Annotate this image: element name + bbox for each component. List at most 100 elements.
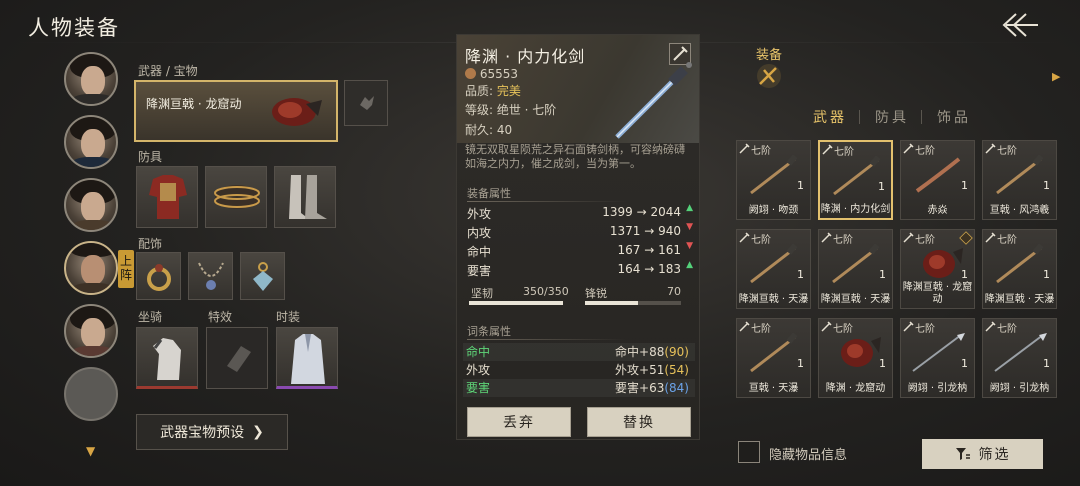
stat-value: 1399 → 2044	[602, 205, 681, 219]
weapon-type-icon	[822, 144, 833, 155]
weapon-type-icon	[985, 143, 996, 154]
character-avatar-1[interactable]	[64, 52, 118, 106]
item-price: 65553	[479, 67, 519, 81]
weapon-slot-name: 降渊亘戟 · 龙窟动	[146, 97, 242, 111]
item-quantity: 1	[879, 357, 886, 370]
character-avatar-4[interactable]	[64, 241, 118, 295]
grade-row: 等级: 绝世 · 七阶	[465, 103, 557, 117]
stat-row: 要害 164 → 183 ▲	[467, 260, 695, 280]
accessory-slot-ring[interactable]	[136, 252, 181, 300]
stat-name: 命中	[467, 245, 492, 259]
stat-name: 内攻	[467, 226, 492, 240]
item-quantity: 1	[961, 268, 968, 281]
affix-row: 要害 要害+63(84)	[463, 379, 695, 397]
armor-slot-boots[interactable]	[274, 166, 336, 228]
inventory-item[interactable]: 七阶 1 亘戟 · 天瀑	[736, 318, 811, 398]
armor-slot-body[interactable]	[136, 166, 198, 228]
armor-section-label: 防具	[138, 150, 163, 164]
toughness-bar	[469, 301, 563, 305]
spear-icon	[912, 333, 965, 372]
quality-label: 品质:	[465, 84, 494, 98]
weapon-type-icon	[739, 321, 750, 332]
hide-info-label: 隐藏物品信息	[769, 448, 848, 463]
sword-icon	[750, 155, 798, 195]
weapon-section-label: 武器 / 宝物	[138, 64, 198, 78]
affix-row: 命中 命中+88(90)	[463, 343, 695, 361]
weapon-type-icon	[739, 232, 750, 243]
inventory-item[interactable]: 七阶 1 降渊亘戟 · 天瀑	[736, 229, 811, 309]
fashion-slot[interactable]	[276, 327, 338, 389]
equip-emblem-icon	[754, 62, 784, 90]
replace-button[interactable]: 替换	[587, 407, 691, 437]
item-name: 亘戟 · 风鸿羲	[989, 205, 1050, 216]
inventory-item[interactable]: 七阶 1 降渊亘戟 · 天瀑	[982, 229, 1057, 309]
attr-divider	[467, 201, 627, 202]
filter-button[interactable]: 筛选	[922, 439, 1043, 469]
inventory-item[interactable]: 七阶 1 亘戟 · 风鸿羲	[982, 140, 1057, 220]
character-avatar-2[interactable]	[64, 115, 118, 169]
treasure-icon	[360, 96, 374, 110]
tab-accessory[interactable]: 饰品	[937, 107, 971, 127]
item-quantity: 1	[878, 180, 885, 193]
sword-icon	[996, 155, 1044, 195]
character-avatar-empty[interactable]	[64, 367, 118, 421]
necklace-icon	[198, 262, 224, 290]
inventory-item[interactable]: 七阶 1 阙翊 · 吻颈	[736, 140, 811, 220]
filter-label: 筛选	[978, 447, 1011, 463]
inventory-item[interactable]: 七阶 1 降渊 · 内力化剑	[818, 140, 893, 220]
accessory-slot-earring[interactable]	[240, 252, 285, 300]
effect-icon	[227, 346, 251, 372]
item-name: 降渊 · 内力化剑	[820, 204, 891, 215]
tab-armor[interactable]: 防具	[875, 107, 909, 127]
back-button[interactable]	[996, 10, 1040, 40]
discard-button[interactable]: 丢弃	[467, 407, 571, 437]
treasure-slot[interactable]	[344, 80, 388, 126]
armor-slot-bracer[interactable]	[205, 166, 267, 228]
affix-attributes-title: 词条属性	[467, 325, 511, 338]
sword-icon	[833, 156, 881, 196]
inventory-item[interactable]: 七阶 1 降渊 · 龙窟动	[818, 318, 893, 398]
quality-row: 品质: 完美	[465, 82, 521, 99]
inventory-item[interactable]: 七阶 1 降渊亘戟 · 龙窟动	[900, 229, 975, 309]
accessory-section-label: 配饰	[138, 237, 163, 251]
chevron-right-icon[interactable]: ▶	[1052, 70, 1060, 83]
mount-slot[interactable]	[136, 327, 198, 389]
chevron-down-icon[interactable]: ▼	[86, 444, 95, 458]
back-arrow-icon	[1002, 13, 1038, 37]
stat-value: 164 → 183	[617, 262, 682, 276]
affix-base: 要害+63	[615, 381, 665, 395]
arrow-down-icon: ▼	[686, 241, 693, 251]
inventory-item[interactable]: 七阶 1 阙翊 · 引龙枘	[900, 318, 975, 398]
character-list	[64, 52, 120, 430]
inventory-item[interactable]: 七阶 1 阙翊 · 引龙枘	[982, 318, 1057, 398]
toughness-value: 350/350	[523, 285, 569, 298]
affix-divider	[467, 339, 627, 340]
item-name: 降渊亘戟 · 天瀑	[738, 294, 809, 305]
affix-base: 外攻+51	[615, 363, 665, 377]
boots-icon	[289, 175, 327, 219]
team-badge: 上阵	[118, 250, 134, 288]
item-quantity: 1	[1043, 179, 1050, 192]
weapon-type-icon	[985, 232, 996, 243]
tab-divider	[921, 110, 922, 124]
arrow-up-icon: ▲	[686, 203, 693, 213]
detail-item-name: 降渊 · 内力化剑	[465, 47, 586, 66]
weapon-slot[interactable]: 降渊亘戟 · 龙窟动	[134, 80, 338, 142]
accessory-slot-necklace[interactable]	[188, 252, 233, 300]
effect-slot[interactable]	[206, 327, 268, 389]
affix-max: (90)	[664, 345, 689, 359]
character-avatar-5[interactable]	[64, 304, 118, 358]
chevron-right-icon: ❯	[252, 424, 264, 440]
item-name: 阙翊 · 引龙枘	[989, 383, 1050, 394]
item-name: 赤焱	[927, 205, 948, 216]
page-title: 人物装备	[28, 16, 120, 40]
item-name: 降渊亘戟 · 天瀑	[820, 294, 891, 305]
stat-row: 外攻 1399 → 2044 ▲	[467, 203, 695, 223]
character-avatar-3[interactable]	[64, 178, 118, 232]
weapon-preset-button[interactable]: 武器宝物预设 ❯	[136, 414, 288, 450]
inventory-item[interactable]: 七阶 1 赤焱	[900, 140, 975, 220]
hide-info-checkbox[interactable]	[738, 441, 760, 463]
toughness-label: 坚韧	[471, 287, 493, 300]
inventory-item[interactable]: 七阶 1 降渊亘戟 · 天瀑	[818, 229, 893, 309]
tab-weapon[interactable]: 武器	[813, 107, 847, 127]
